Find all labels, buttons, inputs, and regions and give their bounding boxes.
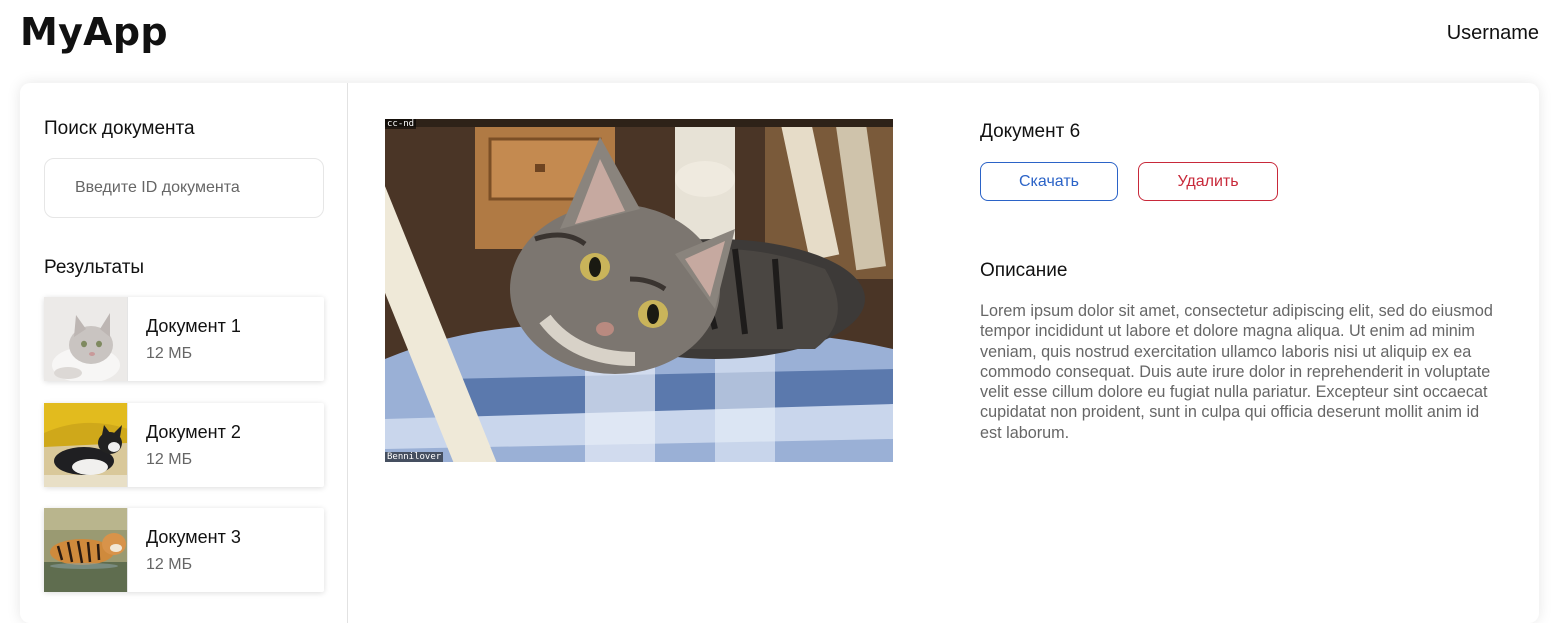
app-header: MyApp Username (0, 0, 1556, 70)
search-input[interactable] (44, 158, 324, 218)
main-card: Поиск документа Результаты Документ 1 (20, 83, 1539, 623)
result-name: Документ 3 (146, 527, 241, 547)
result-size: 12 МБ (146, 345, 193, 362)
sidebar: Поиск документа Результаты Документ 1 (20, 83, 348, 623)
search-title: Поиск документа (44, 118, 195, 139)
document-preview-image: cc-nd Bennilover (385, 119, 893, 462)
black-white-kitten-thumbnail (44, 403, 128, 487)
result-item-3[interactable]: Документ 3 12 МБ (44, 508, 324, 592)
tiger-thumbnail (44, 508, 128, 592)
result-name: Документ 2 (146, 422, 241, 442)
result-size: 12 МБ (146, 556, 193, 573)
result-size: 12 МБ (146, 451, 193, 468)
description-title: Описание (980, 260, 1068, 281)
result-item-2[interactable]: Документ 2 12 МБ (44, 403, 324, 487)
username-link[interactable]: Username (1447, 22, 1539, 45)
download-button[interactable]: Скачать (980, 162, 1118, 201)
delete-button[interactable]: Удалить (1138, 162, 1278, 201)
photo-license-tag: cc-nd (385, 119, 417, 129)
description-text: Lorem ipsum dolor sit amet, consectetur … (980, 302, 1493, 442)
app-logo[interactable]: MyApp (20, 10, 168, 54)
document-title: Документ 6 (980, 121, 1081, 142)
photo-author-tag: Bennilover (385, 452, 444, 462)
white-kitten-thumbnail (44, 297, 128, 381)
result-name: Документ 1 (146, 316, 241, 336)
results-title: Результаты (44, 257, 145, 278)
result-item-1[interactable]: Документ 1 12 МБ (44, 297, 324, 381)
